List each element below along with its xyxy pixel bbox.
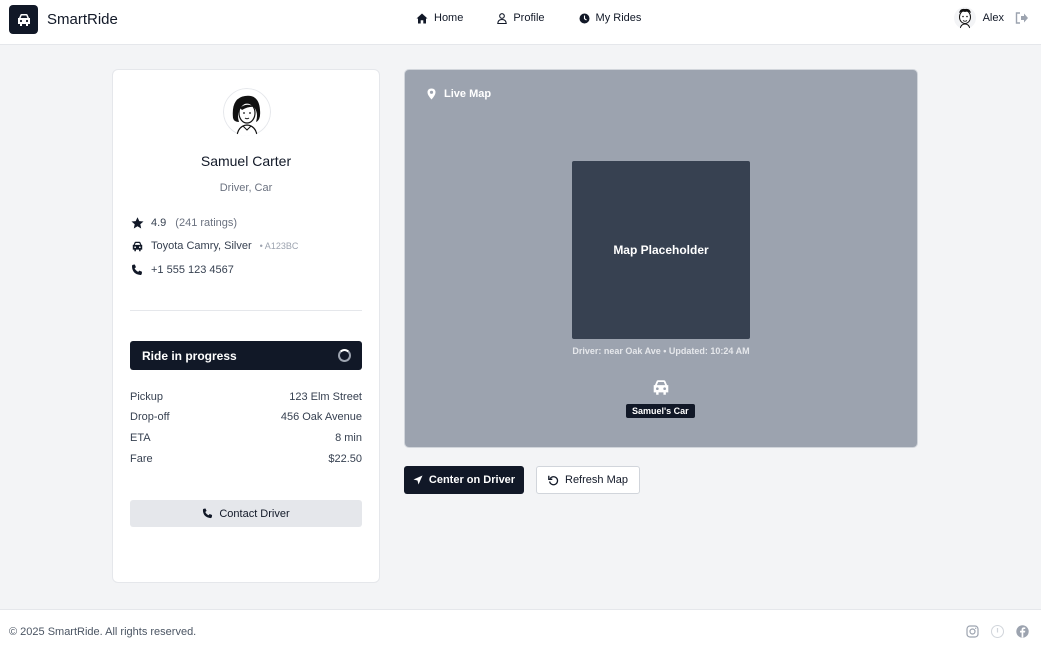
vehicle-model: Toyota Camry, Silver xyxy=(151,240,252,252)
map-caption: Driver: near Oak Ave • Updated: 10:24 AM xyxy=(572,346,750,356)
user-icon xyxy=(497,12,508,24)
map-title: Live Map xyxy=(427,88,491,100)
detail-pickup: Pickup 123 Elm Street xyxy=(130,391,362,403)
live-map[interactable]: Live Map Map Placeholder Driver: near Oa… xyxy=(404,69,918,448)
refresh-map-label: Refresh Map xyxy=(565,474,628,486)
driver-avatar xyxy=(223,88,271,136)
footer: © 2025 SmartRide. All rights reserved. xyxy=(0,609,1041,650)
map-title-label: Live Map xyxy=(444,88,492,100)
vehicle-plate: • A123BC xyxy=(259,241,299,251)
detail-fare: Fare $22.50 xyxy=(130,453,362,465)
nav-home[interactable]: Home xyxy=(416,12,463,24)
detail-label: ETA xyxy=(130,432,151,444)
detail-value: $22.50 xyxy=(328,453,362,465)
contact-driver-button[interactable]: Contact Driver xyxy=(130,500,362,527)
map-placeholder-label: Map Placeholder xyxy=(613,243,709,257)
driver-phone: +1 555 123 4567 xyxy=(130,264,234,276)
rating-value: 4.9 xyxy=(151,217,167,229)
refresh-icon xyxy=(548,475,559,485)
car-label: Samuel's Car xyxy=(626,404,695,418)
phone-icon xyxy=(130,264,144,276)
car-logo-icon xyxy=(9,5,38,34)
nav-home-label: Home xyxy=(434,12,464,24)
detail-value: 456 Oak Avenue xyxy=(280,411,362,423)
facebook-icon[interactable] xyxy=(1016,625,1029,638)
user-menu[interactable]: Alex xyxy=(953,7,1029,29)
divider xyxy=(130,310,362,311)
logout-icon[interactable] xyxy=(1015,12,1029,24)
navigation-arrow-icon xyxy=(413,475,423,485)
nav-profile[interactable]: Profile xyxy=(497,12,545,24)
detail-eta: ETA 8 min xyxy=(130,432,362,444)
brand[interactable]: SmartRide xyxy=(9,5,118,34)
loading-spinner-icon xyxy=(338,349,351,362)
ratings-count: (241 ratings) xyxy=(175,217,238,229)
detail-label: Drop-off xyxy=(130,411,170,423)
instagram-icon[interactable] xyxy=(966,625,979,638)
user-name: Alex xyxy=(982,12,1004,24)
detail-value: 123 Elm Street xyxy=(289,391,362,403)
star-icon xyxy=(130,217,144,229)
driver-name: Samuel Carter xyxy=(200,153,292,169)
main-nav: Home Profile My Rides xyxy=(416,12,675,24)
driver-role: Driver, Car xyxy=(219,182,273,194)
user-avatar[interactable] xyxy=(953,7,976,29)
phone-icon xyxy=(203,508,213,519)
nav-my-rides[interactable]: My Rides xyxy=(579,12,642,24)
nav-my-rides-label: My Rides xyxy=(595,12,642,24)
center-on-driver-button[interactable]: Center on Driver xyxy=(404,466,524,494)
refresh-map-button[interactable]: Refresh Map xyxy=(536,466,640,494)
home-icon xyxy=(416,13,428,23)
contact-driver-label: Contact Driver xyxy=(219,507,290,520)
twitter-icon[interactable] xyxy=(991,625,1004,638)
phone-number: +1 555 123 4567 xyxy=(151,264,234,276)
map-placeholder: Map Placeholder xyxy=(572,161,750,339)
center-on-driver-label: Center on Driver xyxy=(428,474,516,486)
social-links xyxy=(954,625,1029,638)
detail-value: 8 min xyxy=(335,432,362,444)
detail-label: Pickup xyxy=(130,391,164,403)
ride-status: Ride in progress xyxy=(142,348,237,363)
detail-label: Fare xyxy=(130,453,153,465)
car-icon xyxy=(130,241,144,252)
map-pin-icon xyxy=(427,88,436,100)
driver-rating: 4.9 (241 ratings) xyxy=(130,217,237,229)
nav-profile-label: Profile xyxy=(513,12,545,24)
car-marker-icon[interactable] xyxy=(651,379,671,401)
detail-dropoff: Drop-off 456 Oak Avenue xyxy=(130,411,362,423)
top-navbar: SmartRide Home Profile My Rides Alex xyxy=(0,0,1041,45)
driver-vehicle: Toyota Camry, Silver • A123BC xyxy=(130,240,298,252)
brand-name: SmartRide xyxy=(47,11,118,28)
copyright: © 2025 SmartRide. All rights reserved. xyxy=(9,626,197,638)
clock-icon xyxy=(579,13,590,23)
ride-status-bar: Ride in progress xyxy=(130,341,362,370)
driver-card: Samuel Carter Driver, Car 4.9 (241 ratin… xyxy=(112,69,380,583)
